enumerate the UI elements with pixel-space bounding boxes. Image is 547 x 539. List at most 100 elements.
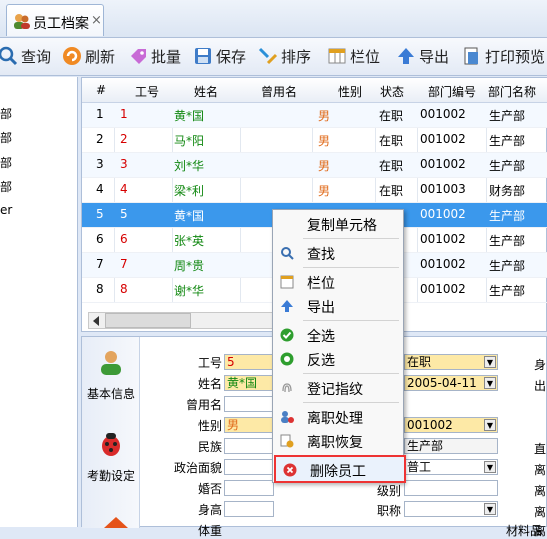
- menu-export[interactable]: 导出: [273, 294, 403, 318]
- id-field[interactable]: 5: [224, 354, 274, 370]
- cell-sex: 男: [318, 159, 331, 173]
- refresh-icon: [62, 46, 82, 66]
- dept-code-select[interactable]: 001002 ▼: [404, 417, 498, 433]
- batch-button[interactable]: 批量: [128, 46, 181, 68]
- scroll-left-icon[interactable]: [93, 316, 99, 326]
- col-dept-code[interactable]: 部门编号: [419, 83, 485, 100]
- cell-id: 4: [120, 182, 128, 196]
- cell-n: 7: [96, 257, 104, 271]
- cell-dname: 生产部: [489, 284, 526, 298]
- save-button[interactable]: 保存: [193, 46, 246, 68]
- label-height: 身高: [197, 503, 222, 517]
- tab-basic-info[interactable]: 基本信息: [82, 385, 140, 402]
- sort-button[interactable]: 排序: [258, 46, 311, 68]
- export-button[interactable]: 导出: [396, 46, 449, 68]
- nav-item[interactable]: 部: [0, 105, 12, 122]
- nav-item[interactable]: 部: [0, 178, 12, 195]
- col-id[interactable]: 工号: [122, 83, 172, 100]
- cell-name: 谢*华: [174, 284, 205, 298]
- left-nav: 部 部 部 部 er: [0, 77, 78, 527]
- cell-dept: 001002: [420, 157, 466, 171]
- chevron-down-icon[interactable]: ▼: [484, 377, 496, 389]
- save-label: 保存: [216, 48, 247, 66]
- dept-name-field[interactable]: 生产部: [404, 438, 498, 454]
- cell-id: 6: [120, 232, 128, 246]
- columns-icon: [280, 275, 294, 289]
- columns-button[interactable]: 栏位: [327, 46, 380, 68]
- label-id: 工号: [197, 356, 222, 370]
- name-field[interactable]: 黄*国: [224, 375, 274, 391]
- chevron-down-icon[interactable]: ▼: [484, 419, 496, 431]
- menu-resign[interactable]: 离职处理: [273, 405, 403, 429]
- cell-name: 马*阳: [174, 134, 205, 148]
- label-alias: 曾用名: [185, 398, 222, 412]
- scroll-thumb[interactable]: [105, 313, 191, 328]
- alias-field[interactable]: [224, 396, 274, 412]
- check-circle-icon: [280, 328, 294, 342]
- cell-id: 2: [120, 132, 128, 146]
- table-row[interactable]: 3 3 刘*华 男 在职 001002 生产部: [82, 153, 547, 178]
- cell-dept: 001002: [420, 107, 466, 121]
- menu-resign-restore[interactable]: 离职恢复: [273, 429, 403, 453]
- col-alias[interactable]: 曾用名: [244, 83, 314, 100]
- user-restore-icon: [280, 434, 294, 448]
- arrow-up-icon: [280, 299, 294, 313]
- politics-field[interactable]: [224, 459, 274, 475]
- cell-dname: 生产部: [489, 134, 526, 148]
- close-icon[interactable]: ×: [91, 13, 102, 28]
- tab-attendance[interactable]: 考勤设定: [82, 467, 140, 484]
- chevron-down-icon[interactable]: ▼: [484, 356, 496, 368]
- cell-n: 8: [96, 282, 104, 296]
- chevron-down-icon[interactable]: ▼: [484, 503, 496, 515]
- cell-sex: 男: [318, 134, 331, 148]
- label-name: 姓名: [197, 377, 222, 391]
- columns-icon: [327, 46, 347, 66]
- ethnic-field[interactable]: [224, 438, 274, 454]
- married-field[interactable]: [224, 480, 274, 496]
- nav-item[interactable]: 部: [0, 129, 12, 146]
- print-preview-icon: [462, 46, 482, 66]
- tab-bar: 员工档案 ×: [0, 0, 547, 38]
- menu-select-all[interactable]: 全选: [273, 323, 403, 347]
- chevron-down-icon[interactable]: ▼: [484, 461, 496, 473]
- level-field[interactable]: [404, 480, 498, 496]
- nav-item[interactable]: er: [0, 203, 12, 217]
- table-row[interactable]: 2 2 马*阳 男 在职 001002 生产部: [82, 128, 547, 153]
- height-field[interactable]: [224, 501, 274, 517]
- label-sex: 性别: [197, 419, 222, 433]
- print-preview-label: 打印预览: [485, 48, 546, 66]
- status-select[interactable]: 在职 ▼: [404, 354, 498, 370]
- sex-field[interactable]: 男: [224, 417, 274, 433]
- sort-icon: [258, 46, 278, 66]
- title-select[interactable]: ▼: [404, 501, 498, 517]
- cell-dept: 001002: [420, 132, 466, 146]
- col-name[interactable]: 姓名: [175, 83, 237, 100]
- cell-status: 在职: [379, 184, 404, 198]
- col-sex[interactable]: 性别: [320, 83, 380, 100]
- menu-register-fingerprint[interactable]: 登记指纹: [273, 376, 403, 400]
- menu-find[interactable]: 查找: [273, 241, 403, 265]
- cell-sex: 男: [318, 184, 331, 198]
- refresh-button[interactable]: 刷新: [62, 46, 115, 68]
- table-row[interactable]: 1 1 黄*国 男 在职 001002 生产部: [82, 103, 547, 128]
- export-label: 导出: [419, 48, 450, 66]
- horizontal-scrollbar[interactable]: [88, 312, 273, 329]
- cell-name: 黄*国: [174, 109, 205, 123]
- cell-name: 周*贵: [174, 259, 205, 273]
- col-status[interactable]: 状态: [374, 83, 410, 100]
- col-dept-name[interactable]: 部门名称: [488, 83, 547, 100]
- tab-employee-file[interactable]: 员工档案 ×: [6, 4, 104, 36]
- menu-invert-select[interactable]: 反选: [273, 347, 403, 371]
- menu-columns[interactable]: 栏位: [273, 270, 403, 294]
- date-select[interactable]: 2005-04-11 ▼: [404, 375, 498, 391]
- cell-dept: 001002: [420, 257, 466, 271]
- query-button[interactable]: 查询: [0, 46, 51, 68]
- fingerprint-icon: [280, 381, 294, 395]
- worker-type-select[interactable]: 普工 ▼: [404, 459, 498, 475]
- menu-delete-employee[interactable]: 删除员工: [274, 455, 406, 483]
- print-preview-button[interactable]: 打印预览: [462, 46, 545, 68]
- menu-copy-cell[interactable]: 复制单元格: [273, 212, 403, 236]
- table-row[interactable]: 4 4 梁*利 男 在职 001003 财务部: [82, 178, 547, 203]
- nav-item[interactable]: 部: [0, 154, 12, 171]
- col-index[interactable]: #: [94, 83, 108, 97]
